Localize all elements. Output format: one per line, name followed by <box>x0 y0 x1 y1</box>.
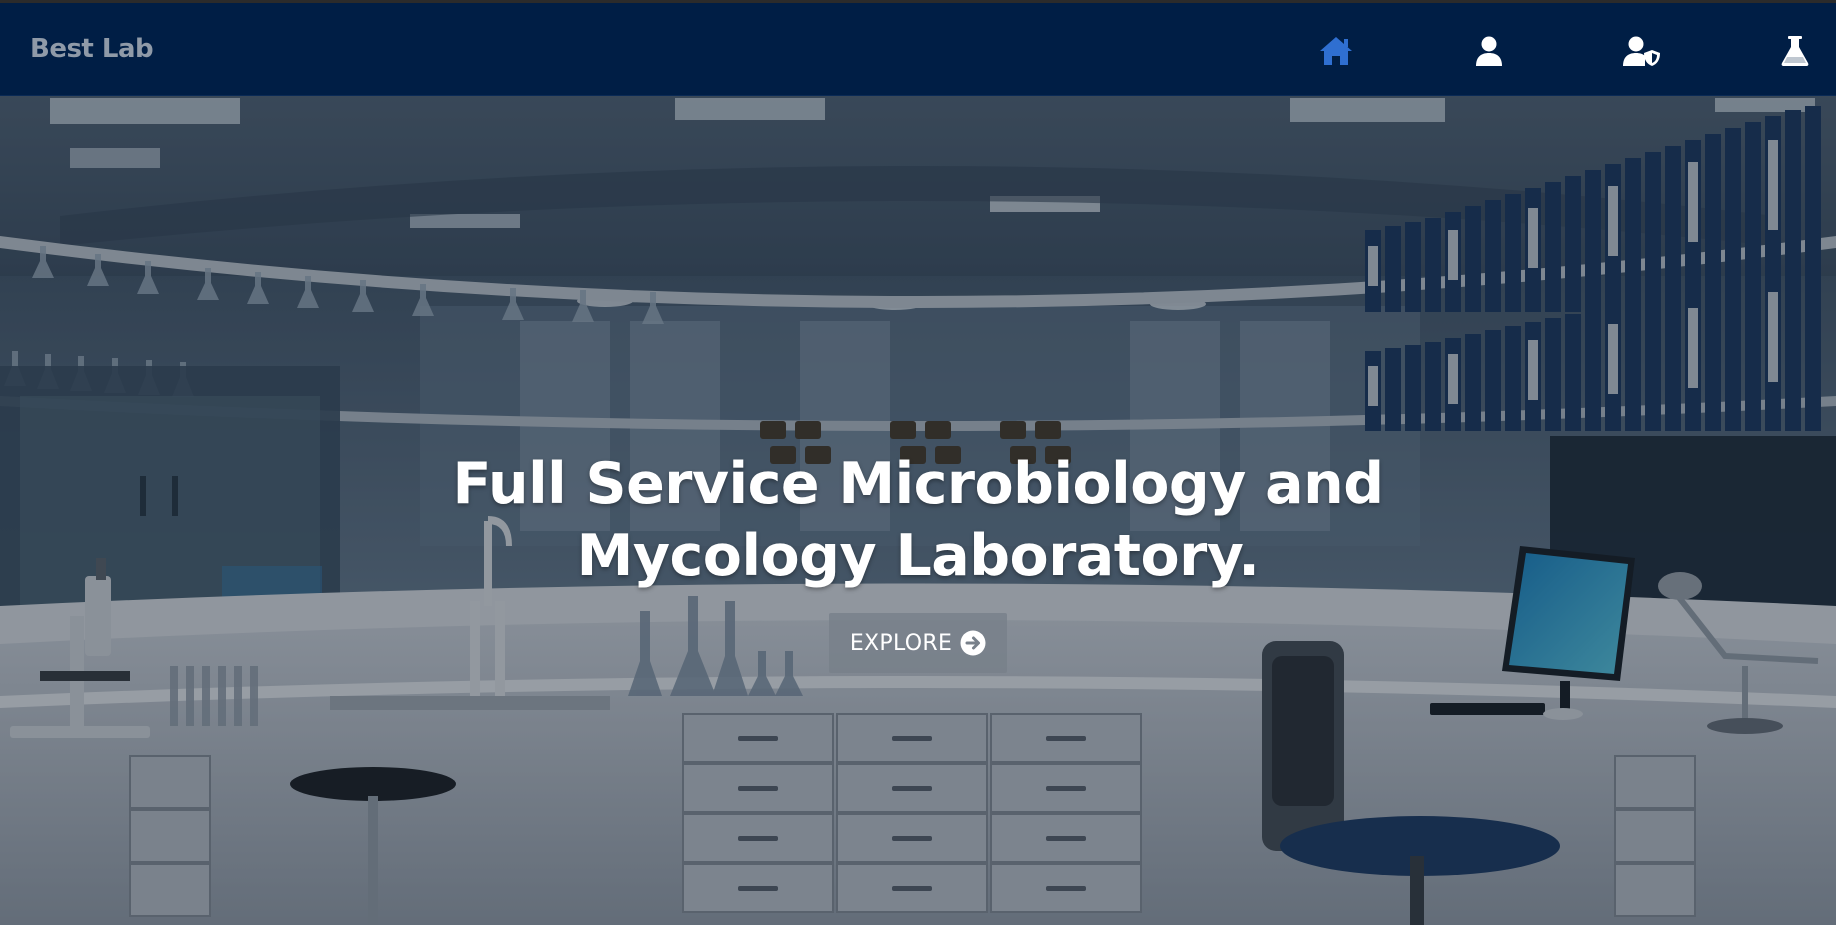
arrow-circle-right-icon <box>960 630 986 656</box>
home-icon <box>1320 37 1352 65</box>
navbar: Best Lab <box>0 3 1836 96</box>
nav-home-link[interactable] <box>1316 31 1356 71</box>
user-icon <box>1476 36 1502 66</box>
page: Best Lab Full Service Microbiology and M… <box>0 0 1836 925</box>
nav-admin-link[interactable] <box>1622 31 1662 71</box>
nav-lab-link[interactable] <box>1775 31 1815 71</box>
explore-button[interactable]: EXPLORE <box>829 613 1007 673</box>
user-shield-icon <box>1623 36 1660 66</box>
brand-logo-link[interactable]: Best Lab <box>30 34 154 64</box>
flask-icon <box>1781 36 1809 66</box>
hero-title: Full Service Microbiology and Mycology L… <box>452 451 1384 589</box>
nav-user-link[interactable] <box>1469 31 1509 71</box>
explore-button-label: EXPLORE <box>849 630 953 656</box>
hero-section: Full Service Microbiology and Mycology L… <box>0 96 1836 925</box>
